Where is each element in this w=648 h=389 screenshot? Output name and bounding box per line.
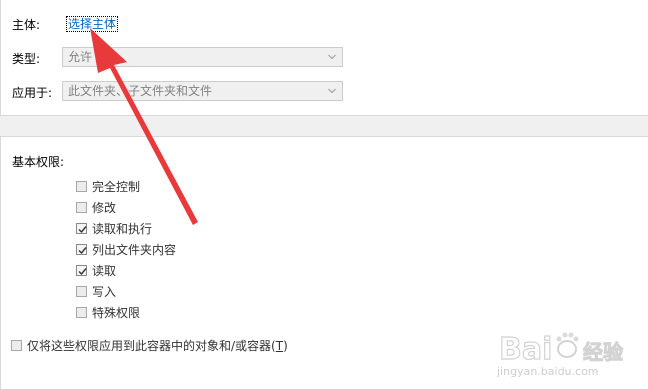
svg-text:经验: 经验 xyxy=(583,340,623,364)
svg-text:Bai: Bai xyxy=(499,332,552,367)
watermark-url: jingyan.baidu.com xyxy=(497,365,599,378)
baidu-jingyan-watermark: Bai 经验 jingyan.baidu.com xyxy=(497,315,642,385)
